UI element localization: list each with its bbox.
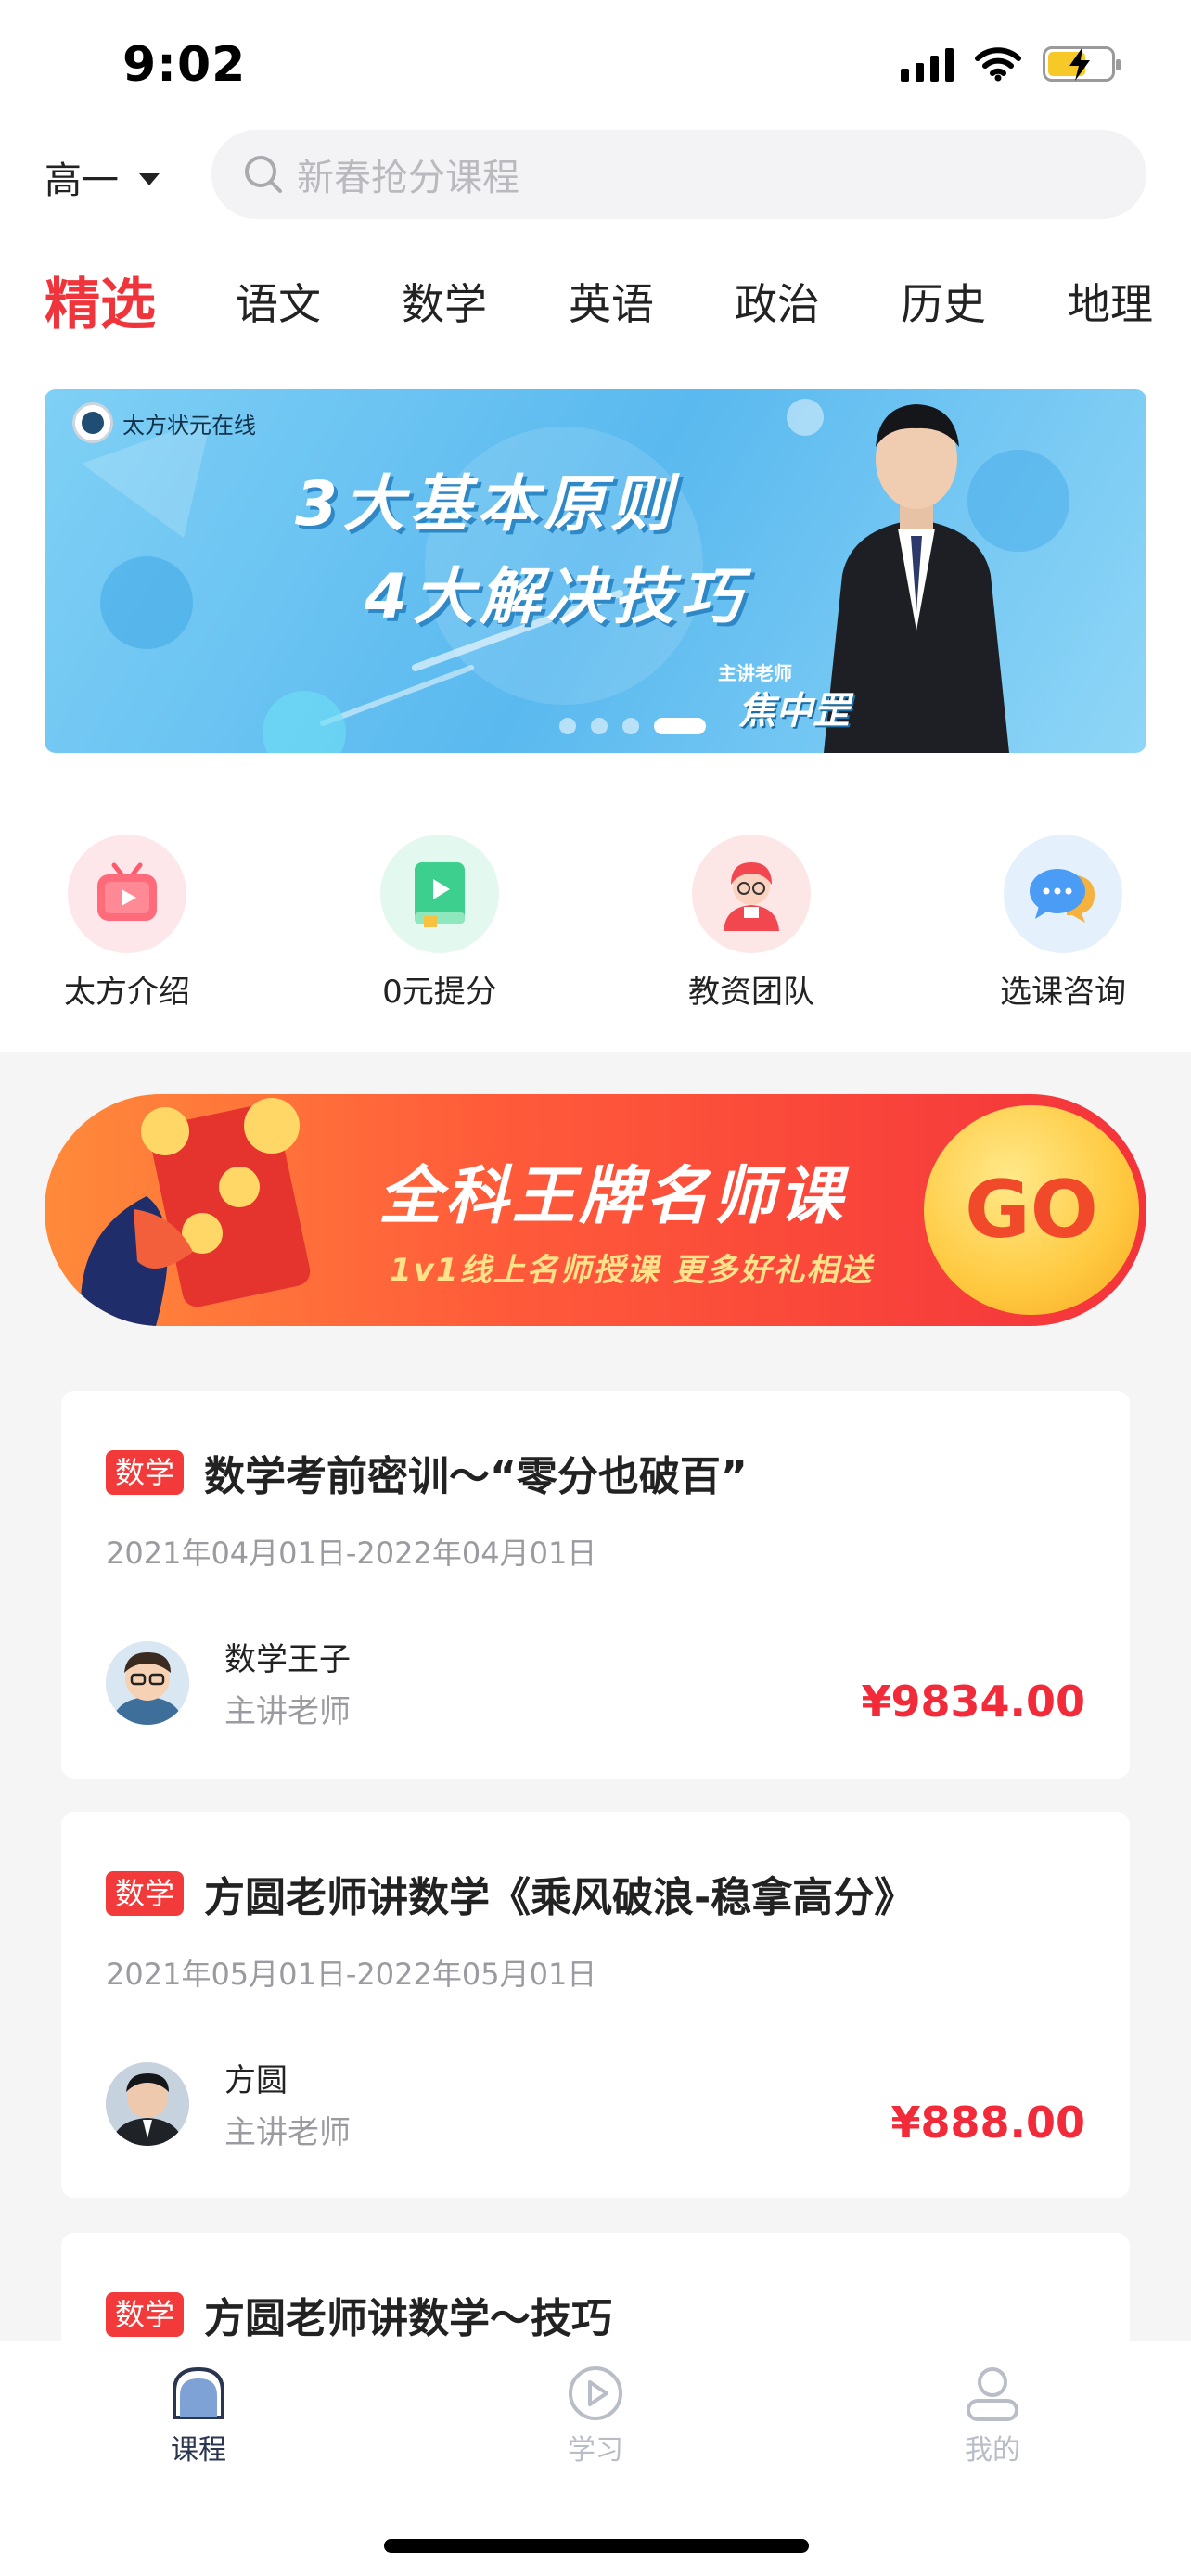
nav-tab-courses[interactable]: 课程 — [106, 2364, 291, 2468]
promo-subtitle: 1v1线上名师授课 更多好礼相送 — [390, 1252, 874, 1289]
home-icon — [173, 2366, 224, 2419]
search-placeholder: 新春抢分课程 — [297, 157, 519, 199]
status-time: 9:02 — [122, 37, 247, 93]
subject-tag: 数学 — [106, 1450, 185, 1495]
tab-math[interactable]: 数学 — [402, 271, 487, 332]
nav-label: 课程 — [171, 2434, 226, 2467]
course-price: ¥9834.00 — [861, 1677, 1085, 1727]
avatar — [106, 2062, 189, 2146]
subject-tag: 数学 — [106, 2292, 185, 2337]
banner-logo-text: 太方状元在线 — [122, 412, 256, 439]
course-date: 2021年04月01日-2022年04月01日 — [106, 1536, 597, 1571]
subject-tabs: 精选 语文 数学 英语 政治 历史 地理 — [0, 260, 1191, 352]
quick-entry-label: 选课咨询 — [1000, 974, 1126, 1011]
teacher-role: 主讲老师 — [224, 2114, 351, 2151]
carousel-indicator — [559, 718, 706, 734]
teacher-role: 主讲老师 — [224, 1693, 351, 1730]
go-button[interactable]: GO — [924, 1105, 1139, 1315]
quick-entry-label: 太方介绍 — [64, 974, 190, 1011]
carousel-dot[interactable] — [591, 718, 608, 734]
course-card[interactable]: 数学 方圆老师讲数学《乘风破浪-稳拿高分》 2021年05月01日-2022年0… — [61, 1812, 1130, 2198]
tab-chinese[interactable]: 语文 — [236, 271, 321, 332]
banner-teacher-name: 焦中罡 — [738, 690, 850, 733]
header: 高一 新春抢分课程 — [0, 130, 1191, 219]
course-price: ¥888.00 — [890, 2098, 1085, 2148]
chat-bubble-icon — [1004, 835, 1122, 953]
tv-play-icon — [68, 835, 186, 953]
promo-title: 全科王牌名师课 — [378, 1160, 847, 1233]
course-title-row: 数学 方圆老师讲数学《乘风破浪-稳拿高分》 — [106, 1864, 915, 1923]
play-circle-icon — [569, 2366, 622, 2420]
charging-bolt-icon — [1069, 47, 1090, 81]
teacher-name: 方圆 — [224, 2062, 288, 2099]
tab-featured[interactable]: 精选 — [45, 260, 156, 340]
banner-headline-2: 4大解决技巧 — [365, 561, 747, 632]
caret-down-icon — [139, 172, 160, 185]
course-title: 数学考前密训～“零分也破百” — [204, 1453, 748, 1500]
nav-tab-profile[interactable]: 我的 — [900, 2364, 1085, 2468]
tab-geography[interactable]: 地理 — [1068, 271, 1153, 332]
course-title-row: 数学 数学考前密训～“零分也破百” — [106, 1443, 748, 1502]
battery-icon — [1043, 46, 1121, 82]
course-card[interactable]: 数学 数学考前密训～“零分也破百” 2021年04月01日-2022年04月01… — [61, 1391, 1130, 1779]
teacher-avatar-icon — [692, 835, 811, 953]
quick-entry-teacher-team[interactable]: 教资团队 — [649, 835, 853, 1012]
status-icons — [901, 46, 1121, 82]
grade-selector[interactable]: 高一 — [45, 150, 160, 204]
avatar — [106, 1641, 189, 1725]
nav-tab-study[interactable]: 学习 — [503, 2364, 688, 2468]
nav-label: 学习 — [568, 2434, 623, 2467]
quick-entry-free-boost[interactable]: 0元提分 — [338, 835, 542, 1012]
course-title: 方圆老师讲数学《乘风破浪-稳拿高分》 — [204, 1874, 916, 1921]
tab-politics[interactable]: 政治 — [735, 271, 820, 332]
quick-entry-consult[interactable]: 选课咨询 — [961, 835, 1165, 1012]
quick-entry-grid: 太方介绍 0元提分 教资团队 选课咨询 — [0, 835, 1191, 1020]
carousel-dot[interactable] — [622, 718, 639, 734]
quick-entry-label: 0元提分 — [382, 974, 497, 1011]
cellular-signal-icon — [901, 46, 954, 82]
app-screen: 9:02 高一 新春抢分课程 精选 语文 数学 英语 政治 历史 地理 太方状元… — [0, 0, 1191, 2576]
grade-label: 高一 — [45, 159, 119, 202]
school-logo-icon — [72, 402, 113, 443]
search-icon — [245, 156, 282, 193]
user-icon — [967, 2367, 1018, 2421]
quick-entry-intro[interactable]: 太方介绍 — [25, 835, 229, 1012]
wifi-icon — [975, 47, 1021, 82]
search-bar[interactable]: 新春抢分课程 — [211, 130, 1146, 219]
book-play-icon — [380, 835, 499, 953]
promo-banner[interactable]: 全科王牌名师课 1v1线上名师授课 更多好礼相送 GO — [45, 1094, 1146, 1326]
carousel-dot-active[interactable] — [654, 718, 706, 734]
course-title: 方圆老师讲数学～技巧 — [204, 2295, 613, 2342]
status-bar: 9:02 — [0, 0, 1191, 130]
course-title-row: 数学 方圆老师讲数学～技巧 — [106, 2285, 612, 2344]
tab-english[interactable]: 英语 — [569, 271, 654, 332]
banner-headline-1: 3大基本原则 — [295, 468, 677, 540]
quick-entry-label: 教资团队 — [688, 974, 814, 1011]
course-date: 2021年05月01日-2022年05月01日 — [106, 1957, 597, 1992]
tab-history[interactable]: 历史 — [901, 271, 986, 332]
promo-illustration — [80, 1098, 311, 1326]
home-indicator[interactable] — [384, 2539, 809, 2553]
teacher-name: 数学王子 — [224, 1641, 351, 1678]
carousel-dot[interactable] — [559, 718, 576, 734]
carousel-banner[interactable]: 太方状元在线 3大基本原则 4大解决技巧 主讲老师 焦中罡 — [45, 389, 1146, 753]
nav-label: 我的 — [965, 2434, 1020, 2467]
subject-tag: 数学 — [106, 1871, 185, 1916]
banner-logo: 太方状元在线 — [72, 402, 256, 443]
